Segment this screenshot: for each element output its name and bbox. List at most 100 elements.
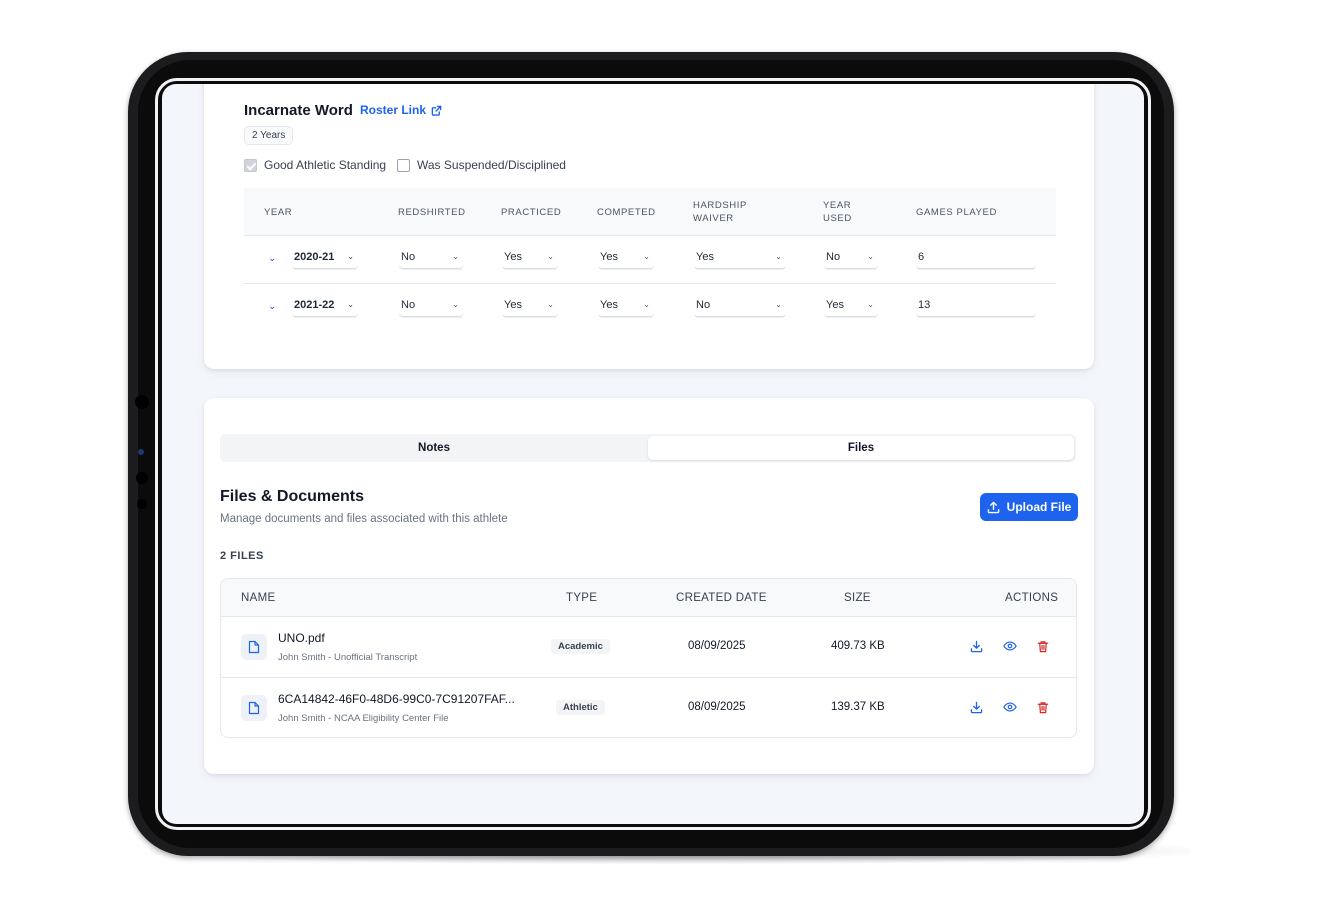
chevron-down-icon[interactable]: ⌄ xyxy=(268,301,276,312)
suspended-label: Was Suspended/Disciplined xyxy=(417,158,566,172)
col-name: NAME xyxy=(241,592,276,604)
eligibility-row: ⌄ 2021-22 ⌄ No ⌄ Yes ⌄ Yes ⌄ No ⌄ Yes ⌄ 13 xyxy=(244,284,1056,332)
created-date: 08/09/2025 xyxy=(688,701,746,713)
chevron-down-icon: ⌄ xyxy=(775,252,782,261)
years-badge: 2 Years xyxy=(244,126,294,145)
file-count: 2 FILES xyxy=(220,550,264,562)
practiced-value: Yes xyxy=(504,299,522,311)
type-badge: Athletic xyxy=(556,700,605,715)
download-icon[interactable] xyxy=(968,699,984,715)
upload-icon xyxy=(987,501,999,513)
roster-link[interactable]: Roster Link xyxy=(360,103,442,117)
chevron-down-icon: ⌄ xyxy=(452,300,459,309)
trash-icon[interactable] xyxy=(1035,638,1051,654)
hardship-select[interactable]: Yes ⌄ xyxy=(694,251,786,269)
trash-icon[interactable] xyxy=(1035,699,1051,715)
files-card: Notes Files Files & Documents Manage doc… xyxy=(204,398,1094,774)
games-value: 6 xyxy=(918,251,925,263)
checkbox-checked[interactable] xyxy=(244,158,257,172)
col-actions: ACTIONS xyxy=(1005,592,1059,604)
eligibility-table-header: YEAR REDSHIRTED PRACTICED COMPETED HARDS… xyxy=(244,188,1056,236)
chevron-down-icon[interactable]: ⌄ xyxy=(268,253,276,264)
competed-value: Yes xyxy=(600,251,618,263)
school-name: Incarnate Word xyxy=(244,102,353,119)
files-table-header: NAME TYPE CREATED DATE SIZE ACTIONS xyxy=(221,579,1076,617)
col-year-used: YEAR USED xyxy=(823,199,852,225)
tab-bar: Notes Files xyxy=(220,434,1076,462)
practiced-select[interactable]: Yes ⌄ xyxy=(502,251,558,269)
created-date: 08/09/2025 xyxy=(688,640,746,652)
upload-file-label[interactable]: Upload File xyxy=(1007,500,1072,514)
section-title: Files & Documents xyxy=(220,488,365,505)
games-value: 13 xyxy=(918,299,931,311)
download-icon[interactable] xyxy=(968,638,984,654)
col-hardship-line1: HARDSHIP xyxy=(693,200,747,211)
chevron-down-icon: ⌄ xyxy=(643,300,650,309)
checkbox-unchecked[interactable] xyxy=(397,158,410,172)
competed-select[interactable]: Yes ⌄ xyxy=(598,299,654,317)
table-row: UNO.pdf John Smith - Unofficial Transcri… xyxy=(221,617,1076,678)
competed-select[interactable]: Yes ⌄ xyxy=(598,251,654,269)
col-year: YEAR xyxy=(264,207,293,218)
col-competed: COMPETED xyxy=(597,207,656,218)
section-subtitle: Manage documents and files associated wi… xyxy=(220,513,508,525)
year-select[interactable]: 2020-21 ⌄ xyxy=(292,251,358,269)
tab-files[interactable]: Files xyxy=(648,436,1074,460)
eligibility-card: Incarnate Word Roster Link 2 Years Good … xyxy=(204,84,1094,369)
col-games-played: GAMES PLAYED xyxy=(916,207,997,218)
col-year-used-line1: YEAR xyxy=(823,200,852,211)
chevron-down-icon: ⌄ xyxy=(347,252,354,261)
col-year-used-line2: USED xyxy=(823,213,852,224)
year-used-select[interactable]: No ⌄ xyxy=(824,251,878,269)
practiced-value: Yes xyxy=(504,251,522,263)
hardship-value: No xyxy=(696,299,711,311)
year-select[interactable]: 2021-22 ⌄ xyxy=(292,299,358,317)
chevron-down-icon: ⌄ xyxy=(867,300,874,309)
good-standing-label: Good Athletic Standing xyxy=(264,158,387,172)
chevron-down-icon: ⌄ xyxy=(643,252,650,261)
year-used-select[interactable]: Yes ⌄ xyxy=(824,299,878,317)
col-hardship: HARDSHIP WAIVER xyxy=(693,199,747,225)
chevron-down-icon: ⌄ xyxy=(452,252,459,261)
year-value: 2020-21 xyxy=(294,251,335,263)
camera-icon xyxy=(135,395,149,409)
files-table: NAME TYPE CREATED DATE SIZE ACTIONS UNO.… xyxy=(220,578,1077,738)
redshirted-select[interactable]: No ⌄ xyxy=(399,299,463,317)
chevron-down-icon: ⌄ xyxy=(775,300,782,309)
redshirted-value: No xyxy=(401,251,416,263)
redshirted-value: No xyxy=(401,299,416,311)
eligibility-table: YEAR REDSHIRTED PRACTICED COMPETED HARDS… xyxy=(244,188,1056,332)
tab-notes[interactable]: Notes xyxy=(222,436,646,460)
type-badge: Academic xyxy=(551,639,610,654)
competed-value: Yes xyxy=(600,299,618,311)
good-standing-checkbox[interactable]: Good Athletic Standing xyxy=(244,158,386,172)
col-created-date: CREATED DATE xyxy=(676,592,767,604)
eligibility-row: ⌄ 2020-21 ⌄ No ⌄ Yes ⌄ Yes ⌄ Yes ⌄ No ⌄ 6 xyxy=(244,236,1056,284)
roster-link-label[interactable]: Roster Link xyxy=(360,103,426,117)
eye-icon[interactable] xyxy=(1002,638,1018,654)
hardship-value: Yes xyxy=(696,251,714,263)
chevron-down-icon: ⌄ xyxy=(347,300,354,309)
redshirted-select[interactable]: No ⌄ xyxy=(399,251,463,269)
external-link-icon xyxy=(431,105,442,116)
year-used-value: Yes xyxy=(826,299,844,311)
upload-file-button[interactable]: Upload File xyxy=(980,493,1078,521)
year-used-value: No xyxy=(826,251,841,263)
games-played-input[interactable]: 13 xyxy=(916,299,1036,317)
eye-icon[interactable] xyxy=(1002,699,1018,715)
practiced-select[interactable]: Yes ⌄ xyxy=(502,299,558,317)
file-icon xyxy=(241,695,267,721)
chevron-down-icon: ⌄ xyxy=(867,252,874,261)
suspended-checkbox[interactable]: Was Suspended/Disciplined xyxy=(397,158,566,172)
file-name[interactable]: UNO.pdf xyxy=(278,631,325,645)
games-played-input[interactable]: 6 xyxy=(916,251,1036,269)
sensor-icon xyxy=(136,472,148,484)
sensor-icon xyxy=(137,499,147,509)
hardship-select[interactable]: No ⌄ xyxy=(694,299,786,317)
col-type: TYPE xyxy=(566,592,598,604)
chevron-down-icon: ⌄ xyxy=(547,252,554,261)
col-practiced: PRACTICED xyxy=(501,207,562,218)
file-name[interactable]: 6CA14842-46F0-48D6-99C0-7C91207FAF... xyxy=(278,692,515,706)
table-row: 6CA14842-46F0-48D6-99C0-7C91207FAF... Jo… xyxy=(221,678,1076,737)
file-description: John Smith - Unofficial Transcript xyxy=(278,652,418,663)
